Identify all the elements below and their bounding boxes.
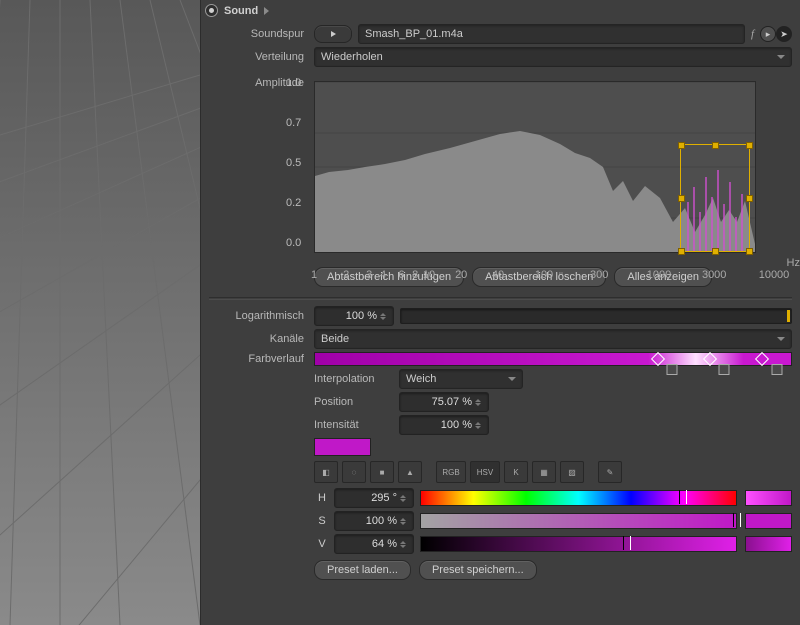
chevron-down-icon xyxy=(777,55,785,59)
color-swatch[interactable] xyxy=(314,438,371,456)
y-axis-ticks: 1.0 0.7 0.5 0.2 0.0 xyxy=(286,77,301,249)
amplitude-graph[interactable] xyxy=(314,81,756,253)
color-wheel-icon[interactable]: ◌ xyxy=(342,461,366,483)
channels-label: Kanäle xyxy=(209,333,314,345)
s-input[interactable]: 100 % xyxy=(334,511,414,531)
gradient-knot[interactable] xyxy=(667,364,678,375)
picture-icon[interactable]: ▲ xyxy=(398,461,422,483)
channels-select[interactable]: Beide xyxy=(314,329,792,349)
chevron-down-icon xyxy=(508,377,516,381)
s-label: S xyxy=(314,515,330,527)
rgb-mode-button[interactable]: RGB xyxy=(436,461,466,483)
hz-unit: Hz xyxy=(787,257,800,269)
sound-radio-icon xyxy=(205,4,218,17)
viewport-3d[interactable] xyxy=(0,0,200,625)
h-label: H xyxy=(314,492,330,504)
hue-preview xyxy=(745,490,792,506)
picker-icon[interactable]: ➤ xyxy=(776,26,792,42)
color-mode-toolbar: ◧ ◌ ■ ▲ RGB HSV K ▦ ▨ ✎ xyxy=(314,461,792,483)
sat-preview xyxy=(745,513,792,529)
h-input[interactable]: 295 ° xyxy=(334,488,414,508)
intensity-label: Intensität xyxy=(314,419,399,431)
val-slider[interactable] xyxy=(420,536,737,552)
eyedropper-icon[interactable]: ✎ xyxy=(598,461,622,483)
fx-icon[interactable]: f xyxy=(751,28,754,40)
gradient-mid-handle[interactable] xyxy=(703,352,717,366)
hue-slider[interactable] xyxy=(420,490,737,506)
preset-save-button[interactable]: Preset speichern... xyxy=(419,560,537,580)
v-label: V xyxy=(314,538,330,550)
position-label: Position xyxy=(314,396,399,408)
position-input[interactable]: 75.07 % xyxy=(399,392,489,412)
swatch-fill-icon[interactable]: ■ xyxy=(370,461,394,483)
mixer2-icon[interactable]: ▨ xyxy=(560,461,584,483)
soundspur-label: Soundspur xyxy=(209,28,314,40)
gradient-bar[interactable] xyxy=(314,352,792,366)
interp-select[interactable]: Weich xyxy=(399,369,523,389)
gradient-mid-handle[interactable] xyxy=(651,352,665,366)
k-mode-button[interactable]: K xyxy=(504,461,528,483)
verteilung-select[interactable]: Wiederholen xyxy=(314,47,792,67)
add-range-button[interactable]: Abtastbereich hinzufügen xyxy=(314,267,464,287)
v-input[interactable]: 64 % xyxy=(334,534,414,554)
play-icon xyxy=(331,31,336,37)
soundspur-file-field[interactable]: Smash_BP_01.m4a xyxy=(358,24,745,44)
verteilung-label: Verteilung xyxy=(209,51,314,63)
play-button[interactable] xyxy=(314,25,352,43)
attribute-panel: Sound Soundspur Smash_BP_01.m4a f ▸ ➤ Ve… xyxy=(200,0,800,625)
log-value-input[interactable]: 100 % xyxy=(314,306,394,326)
gradient-mid-handle[interactable] xyxy=(755,352,769,366)
intensity-input[interactable]: 100 % xyxy=(399,415,489,435)
gradient-knot[interactable] xyxy=(719,364,730,375)
sat-slider[interactable] xyxy=(420,513,737,529)
verteilung-value: Wiederholen xyxy=(321,51,383,63)
file-name: Smash_BP_01.m4a xyxy=(365,28,463,40)
expand-icon[interactable]: ▸ xyxy=(760,26,776,42)
val-preview xyxy=(745,536,792,552)
log-label: Logarithmisch xyxy=(209,310,314,322)
chevron-right-icon xyxy=(264,7,269,15)
gradient-knot[interactable] xyxy=(771,364,782,375)
eyedropper-square-icon[interactable]: ◧ xyxy=(314,461,338,483)
section-header-sound[interactable]: Sound xyxy=(201,0,792,21)
interp-label: Interpolation xyxy=(314,373,399,385)
chevron-down-icon xyxy=(777,337,785,341)
gradient-label: Farbverlauf xyxy=(209,353,314,365)
hsv-mode-button[interactable]: HSV xyxy=(470,461,500,483)
section-title: Sound xyxy=(224,5,258,17)
preset-load-button[interactable]: Preset laden... xyxy=(314,560,411,580)
log-slider[interactable] xyxy=(400,308,792,324)
mixer1-icon[interactable]: ▦ xyxy=(532,461,556,483)
